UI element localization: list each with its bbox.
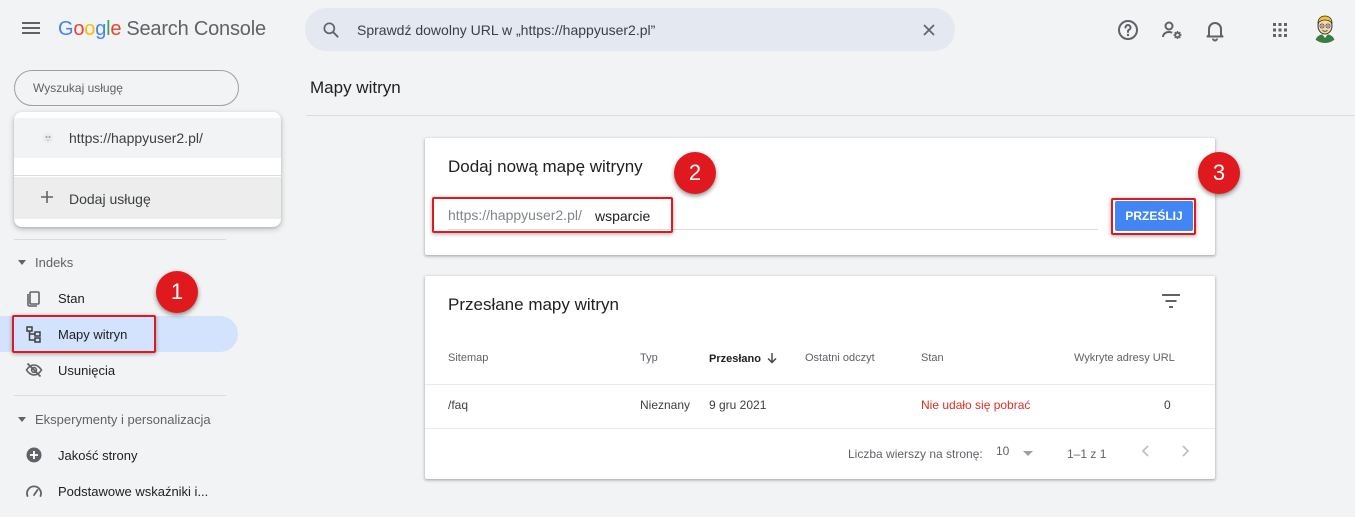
sidebar-item-core-web-vitals[interactable]: Podstawowe wskaźniki i... [0, 473, 238, 509]
column-header-discovered-urls[interactable]: Wykryte adresy URL [1074, 352, 1175, 364]
sidebar-divider [14, 395, 226, 396]
rows-per-page-select[interactable]: 10 [996, 444, 1036, 464]
add-property-button[interactable]: Dodaj usługę [14, 177, 281, 219]
annotation-highlight-url-input [432, 197, 673, 233]
sidebar-item-label: Podstawowe wskaźniki i... [58, 484, 209, 499]
cell-type: Nieznany [640, 398, 691, 412]
submitted-sitemaps-card: Przesłane mapy witryn Sitemap Typ Przesł… [425, 276, 1215, 479]
sidebar-item-label: Usunięcia [58, 363, 116, 378]
title-divider [306, 115, 1355, 116]
column-header-submitted[interactable]: Przesłano [709, 352, 778, 365]
help-icon[interactable] [1116, 18, 1140, 42]
property-url: https://happyuser2.pl/ [69, 130, 203, 146]
sidebar-section-index[interactable]: Indeks [18, 255, 73, 270]
column-header-last-read[interactable]: Ostatni odczyt [805, 352, 875, 364]
collapse-arrow-icon [18, 417, 26, 422]
top-app-bar: Google Search Console [0, 0, 1355, 60]
account-avatar[interactable] [1310, 13, 1340, 43]
dropdown-caret-icon [1023, 451, 1033, 456]
visibility-off-icon [25, 362, 43, 378]
property-dropdown: https://happyuser2.pl/ Dodaj usługę [14, 112, 281, 227]
cell-sitemap: /faq [448, 398, 469, 412]
property-search-field[interactable]: Wyszukaj usługę [14, 70, 239, 106]
annotation-highlight-submit [1111, 198, 1196, 235]
url-inspection-input[interactable] [357, 8, 897, 51]
annotation-badge-1: 1 [156, 271, 198, 313]
page-title: Mapy witryn [310, 78, 401, 97]
property-option-happyuser2[interactable]: https://happyuser2.pl/ [14, 118, 281, 158]
table-header-divider [425, 384, 1215, 385]
sidebar-item-page-experience[interactable]: Jakość strony [0, 437, 238, 473]
cell-discovered-urls: 0 [1164, 398, 1171, 412]
annotation-badge-2: 2 [674, 152, 716, 194]
rows-per-page-label: Liczba wierszy na stronę: [848, 447, 983, 461]
sidebar-item-removals[interactable]: Usunięcia [0, 352, 238, 388]
previous-page-icon[interactable] [1137, 442, 1155, 460]
add-sitemap-title: Dodaj nową mapę witryny [448, 157, 643, 176]
sidebar-item-label: Stan [58, 291, 85, 306]
speed-gauge-icon [26, 485, 42, 497]
search-console-logo[interactable]: Google Search Console [58, 18, 266, 41]
rows-per-page-value: 10 [996, 444, 1010, 458]
sidebar-divider [14, 239, 226, 240]
column-header-type[interactable]: Typ [640, 352, 658, 364]
search-icon[interactable] [321, 20, 341, 40]
filter-icon[interactable] [1161, 293, 1181, 309]
annotation-badge-3: 3 [1198, 152, 1240, 194]
cell-submitted: 9 gru 2021 [709, 398, 767, 412]
avatar-cartoon-icon [1310, 13, 1340, 43]
url-inspection-bar[interactable] [305, 8, 955, 51]
pages-icon [27, 291, 40, 307]
plus-icon [41, 191, 53, 203]
dropdown-divider [14, 175, 281, 176]
close-icon[interactable] [919, 20, 939, 40]
add-property-label: Dodaj usługę [69, 191, 151, 207]
sidebar-section-experiments[interactable]: Eksperymenty i personalizacja [18, 412, 211, 427]
column-header-status[interactable]: Stan [921, 352, 944, 364]
plus-circle-icon [26, 447, 42, 463]
sidebar-item-label: Jakość strony [58, 448, 138, 463]
annotation-highlight-sitemaps [12, 315, 156, 353]
sort-descending-arrow-icon [767, 353, 777, 364]
column-header-sitemap[interactable]: Sitemap [448, 352, 488, 364]
sidebar-item-stan[interactable]: Stan [0, 280, 238, 316]
cell-status: Nie udało się pobrać [921, 398, 1031, 412]
product-name: Search Console [126, 18, 266, 40]
apps-grid-icon[interactable] [1268, 18, 1292, 42]
site-favicon-icon [43, 133, 53, 143]
hamburger-menu-icon[interactable] [22, 19, 42, 41]
user-settings-icon[interactable] [1160, 18, 1184, 42]
table-row-divider [425, 428, 1215, 429]
pagination-range: 1–1 z 1 [1067, 447, 1107, 461]
collapse-arrow-icon [18, 260, 26, 265]
submitted-sitemaps-title: Przesłane mapy witryn [448, 295, 620, 314]
notifications-bell-icon[interactable] [1203, 18, 1227, 42]
next-page-icon[interactable] [1176, 442, 1194, 460]
